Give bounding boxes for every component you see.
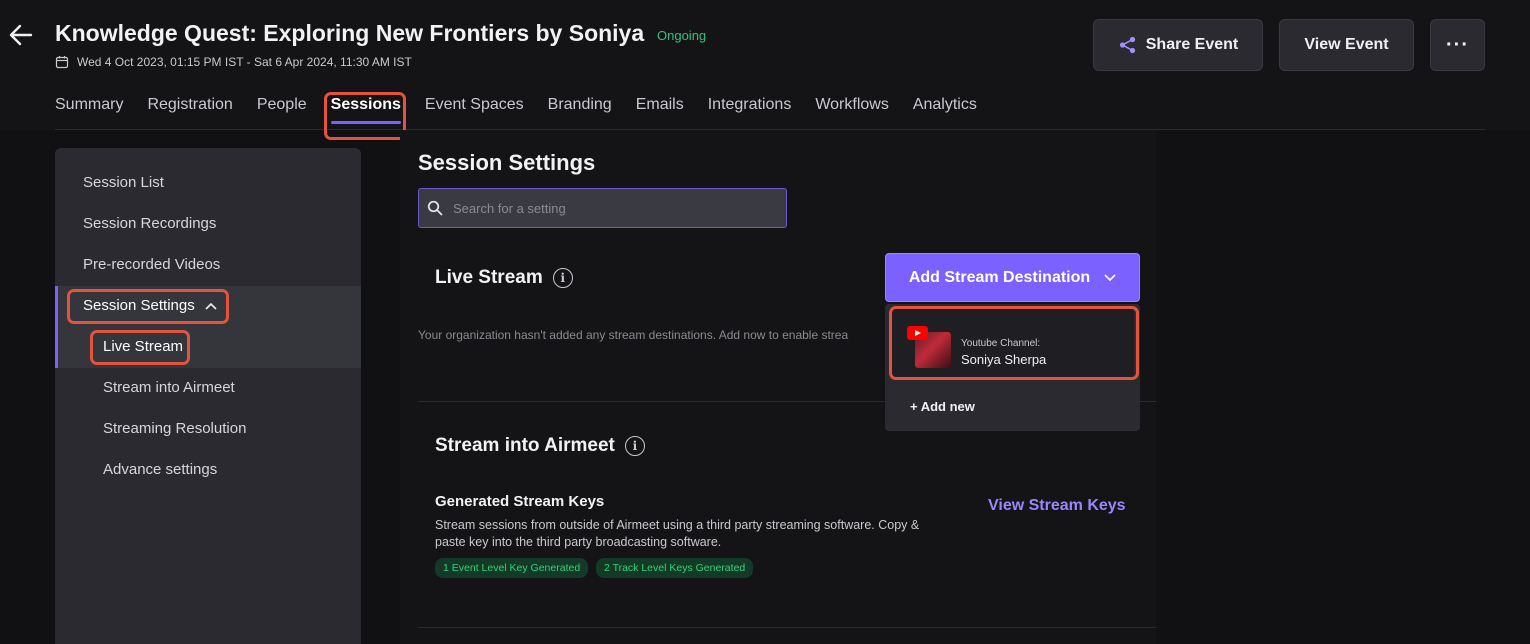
tab-sessions-label: Sessions [330, 96, 401, 113]
channel-type-label: Youtube Channel: [961, 338, 1041, 349]
chevron-down-icon [1104, 273, 1116, 281]
more-dots-icon: ··· [1446, 33, 1469, 56]
search-input[interactable] [453, 200, 773, 216]
sidebar-item-advance-settings[interactable]: Advance settings [103, 461, 217, 478]
share-event-button[interactable]: Share Event [1093, 19, 1263, 71]
search-icon [427, 200, 443, 216]
calendar-icon [55, 56, 69, 69]
sidebar-item-session-list[interactable]: Session List [83, 174, 164, 191]
tab-emails[interactable]: Emails [624, 96, 696, 124]
stream-destination-dropdown: Youtube Channel: Soniya Sherpa + Add new [885, 304, 1140, 431]
sidebar-item-session-settings-label: Session Settings [83, 297, 195, 314]
sidebar-item-pre-recorded-videos[interactable]: Pre-recorded Videos [83, 256, 220, 273]
view-event-button[interactable]: View Event [1279, 19, 1414, 71]
event-title: Knowledge Quest: Exploring New Frontiers… [55, 20, 645, 46]
stream-into-airmeet-title: Stream into Airmeet [435, 435, 615, 456]
section-divider [418, 401, 1156, 402]
share-event-label: Share Event [1145, 36, 1239, 53]
info-icon[interactable]: i [552, 268, 573, 288]
event-date-row: Wed 4 Oct 2023, 01:15 PM IST - Sat 6 Apr… [55, 55, 412, 69]
sidebar-item-session-settings[interactable]: Session Settings [83, 297, 217, 314]
tab-integrations[interactable]: Integrations [696, 96, 804, 124]
page-title: Session Settings [418, 150, 596, 175]
empty-destinations-message: Your organization hasn't added any strea… [418, 328, 849, 342]
event-level-key-badge: 1 Event Level Key Generated [435, 558, 589, 578]
active-tab-indicator [330, 121, 401, 124]
generated-stream-keys-title: Generated Stream Keys [435, 493, 605, 510]
tab-registration[interactable]: Registration [135, 96, 244, 124]
sidebar-active-accent [55, 286, 58, 368]
settings-search[interactable] [418, 188, 787, 228]
top-bar: Knowledge Quest: Exploring New Frontiers… [0, 0, 1530, 130]
live-stream-section-title: Live Stream i [435, 267, 573, 289]
tab-people[interactable]: People [245, 96, 319, 124]
more-options-button[interactable]: ··· [1430, 19, 1485, 71]
generated-stream-keys-description: Stream sessions from outside of Airmeet … [435, 518, 920, 549]
sidebar-item-live-stream[interactable]: Live Stream [103, 338, 183, 355]
stream-into-airmeet-section-title: Stream into Airmeet i [435, 435, 645, 457]
tab-summary[interactable]: Summary [55, 96, 135, 124]
event-date: Wed 4 Oct 2023, 01:15 PM IST - Sat 6 Apr… [77, 55, 412, 69]
sidebar: Session List Session Recordings Pre-reco… [55, 148, 361, 644]
add-stream-destination-label: Add Stream Destination [908, 268, 1091, 286]
view-stream-keys-link[interactable]: View Stream Keys [988, 497, 1126, 515]
add-stream-destination-button[interactable]: Add Stream Destination [885, 253, 1140, 302]
tab-branding[interactable]: Branding [536, 96, 624, 124]
nav-tabs: Summary Registration People Sessions Eve… [55, 96, 989, 124]
back-arrow-icon[interactable] [6, 20, 36, 50]
tab-sessions[interactable]: Sessions [319, 96, 413, 124]
sidebar-item-streaming-resolution[interactable]: Streaming Resolution [103, 420, 246, 437]
chevron-up-icon [205, 302, 217, 310]
youtube-channel-option[interactable]: Youtube Channel: Soniya Sherpa [891, 308, 1134, 378]
info-icon[interactable]: i [624, 436, 645, 456]
live-stream-title: Live Stream [435, 267, 543, 288]
track-level-keys-badge: 2 Track Level Keys Generated [596, 558, 754, 578]
youtube-icon [907, 326, 928, 340]
section-divider [418, 627, 1156, 628]
view-event-label: View Event [1304, 36, 1389, 53]
tab-event-spaces[interactable]: Event Spaces [413, 96, 536, 124]
share-icon [1119, 36, 1135, 54]
sidebar-item-session-recordings[interactable]: Session Recordings [83, 215, 216, 232]
status-badge: Ongoing [657, 28, 707, 43]
channel-name: Soniya Sherpa [961, 352, 1047, 367]
tab-workflows[interactable]: Workflows [803, 96, 901, 124]
tab-analytics[interactable]: Analytics [901, 96, 989, 124]
sidebar-item-stream-into-airmeet[interactable]: Stream into Airmeet [103, 379, 235, 396]
